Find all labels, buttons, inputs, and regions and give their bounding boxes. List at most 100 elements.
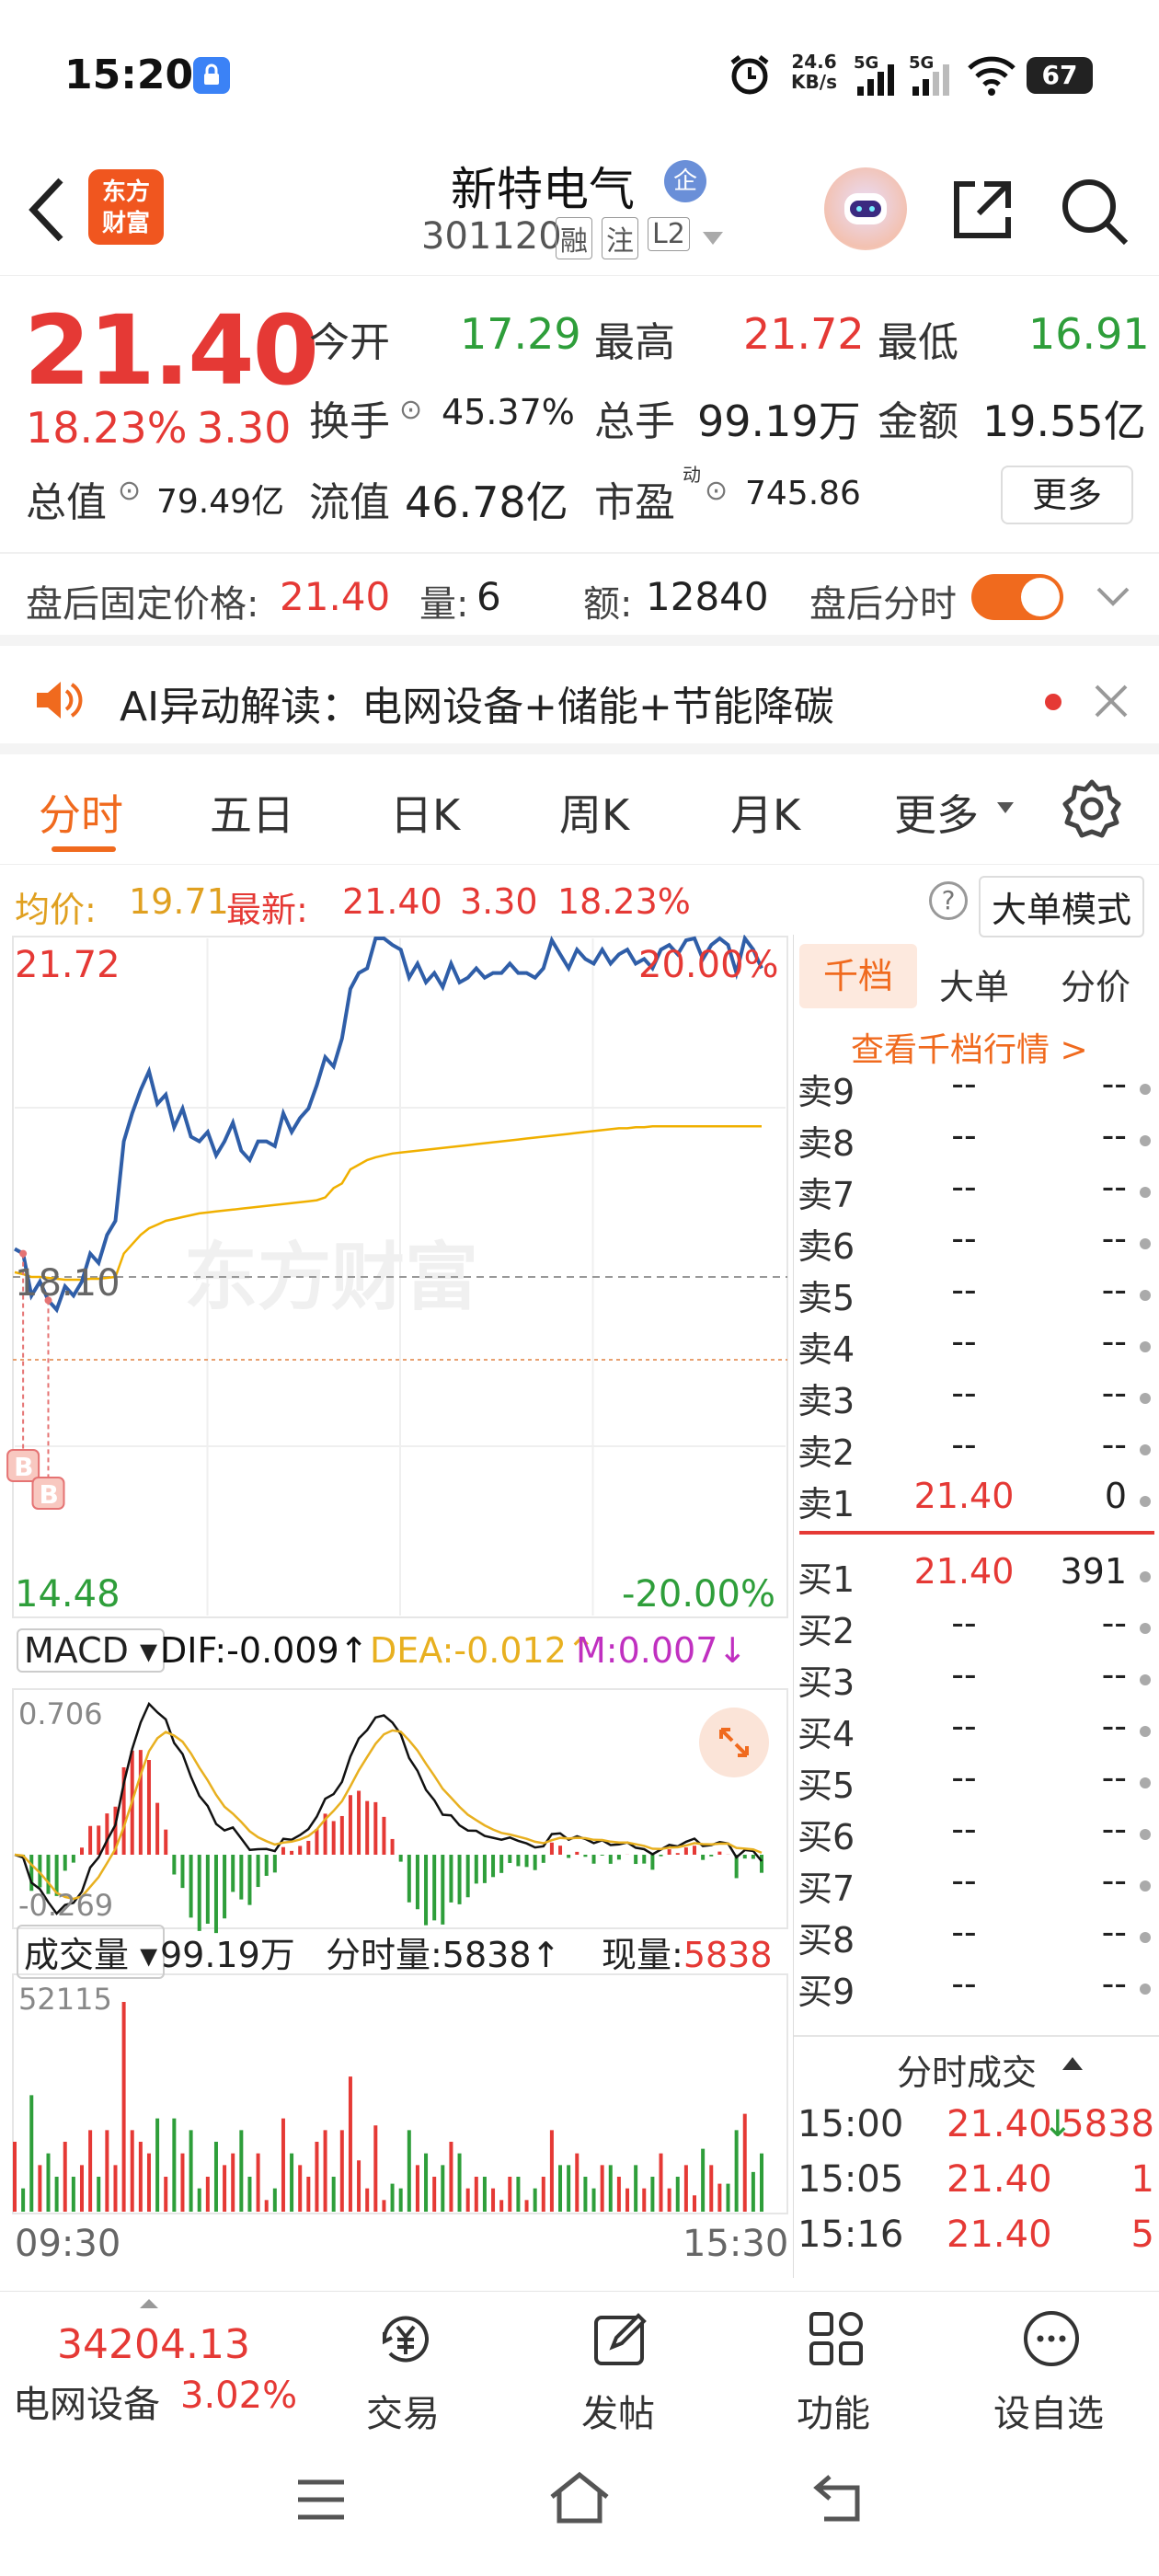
app-logo[interactable]: 东方 财富 [88, 169, 164, 245]
metric-pe-value: 745.86 [745, 475, 861, 512]
tab-month-k[interactable]: 月K [730, 782, 800, 843]
home-icon[interactable] [546, 2469, 613, 2526]
timeshare-chart[interactable]: 东方财富 BB 21.72 20.00% 18.10 14.48 -20.00%… [0, 935, 791, 2278]
bid-level-label: 买7 [798, 1869, 855, 1909]
after-hours-timeshare-label: 盘后分时 [809, 583, 957, 626]
ai-assistant-avatar[interactable] [824, 167, 907, 250]
info-dots-icon[interactable]: ⊙ [399, 394, 422, 426]
ask-level-label: 卖6 [798, 1226, 855, 1267]
row-dot-icon [1140, 1496, 1151, 1507]
ask-row-1[interactable]: 卖9 -- -- [794, 1064, 1159, 1115]
ask-volume: -- [1101, 1424, 1127, 1465]
ask-row-2[interactable]: 卖8 -- -- [794, 1115, 1159, 1167]
close-icon[interactable] [1093, 683, 1130, 719]
nav-functions[interactable]: 功能 [741, 2292, 925, 2439]
macd-min-label: -0.269 [18, 1888, 113, 1923]
row-dot-icon [1140, 1623, 1151, 1634]
bid-row-3[interactable]: 买3 -- -- [794, 1654, 1159, 1706]
after-hours-toggle[interactable] [971, 574, 1063, 620]
share-icon[interactable] [947, 175, 1017, 245]
buy-marker-label: B [14, 1452, 33, 1482]
bid-row-7[interactable]: 买7 -- -- [794, 1860, 1159, 1912]
search-icon[interactable] [1058, 175, 1131, 248]
bid-level-label: 买9 [798, 1972, 855, 2012]
time-axis-start: 09:30 [15, 2223, 120, 2265]
ask-volume: -- [1101, 1321, 1127, 1362]
expand-chart-button[interactable] [699, 1708, 769, 1777]
latest-change: 3.30 [460, 881, 538, 922]
sector-name[interactable]: 电网设备 [13, 2375, 160, 2428]
nav-post[interactable]: 发帖 [526, 2292, 710, 2439]
ask-price: -- [951, 1218, 977, 1259]
info-dots-icon-2[interactable]: ⊙ [118, 475, 141, 507]
metric-float-label: 流值 [309, 479, 390, 526]
tab-more[interactable]: 更多 [894, 782, 979, 843]
macd-m-value: M:0.007↓ [576, 1630, 748, 1671]
tab-day-k[interactable]: 日K [390, 782, 460, 843]
metric-open-value: 17.29 [460, 309, 581, 359]
ask-row-4[interactable]: 卖6 -- -- [794, 1218, 1159, 1270]
ask-row-5[interactable]: 卖5 -- -- [794, 1270, 1159, 1321]
grid-icon [809, 2312, 863, 2365]
orderbook-tab-price[interactable]: 分价 [1061, 959, 1130, 1009]
back-icon[interactable] [811, 2471, 868, 2524]
lock-icon [193, 57, 230, 94]
bid-level-label: 买4 [798, 1714, 855, 1754]
bid-volume: -- [1101, 1757, 1127, 1798]
big-order-mode-button[interactable]: 大单模式 [979, 876, 1145, 937]
tick-volume: 1 [1130, 2158, 1154, 2201]
last-price: 21.40 [24, 294, 319, 407]
macd-selector[interactable]: MACD ▾ [17, 1628, 166, 1673]
tab-five-day[interactable]: 五日 [210, 782, 294, 843]
settings-gear-icon[interactable] [1060, 776, 1124, 841]
metric-high-label: 最高 [594, 319, 675, 366]
metric-mktcap-value: 79.49亿 [156, 483, 285, 521]
macd-dif-value: DIF:-0.009↑ [160, 1630, 369, 1671]
ask-level-label: 卖4 [798, 1329, 855, 1370]
bid-row-1[interactable]: 买1 21.40 391 [794, 1551, 1159, 1603]
back-arrow-icon[interactable] [26, 175, 66, 245]
ask-price: 21.40 [913, 1476, 1015, 1516]
orderbook-tab-bigorder[interactable]: 大单 [939, 959, 1009, 1009]
ask-row-8[interactable]: 卖2 -- -- [794, 1424, 1159, 1476]
more-metrics-button[interactable]: 更多 [1001, 466, 1133, 524]
nav-add-watchlist[interactable]: 设自选 [957, 2292, 1141, 2439]
ask-row-9[interactable]: 卖1 21.40 0 [794, 1476, 1159, 1527]
row-dot-icon [1140, 1571, 1151, 1582]
stock-header: 东方 财富 新特电气 企 301120 融 注 L2 [0, 147, 1159, 276]
ask-row-7[interactable]: 卖3 -- -- [794, 1373, 1159, 1424]
metric-open-label: 今开 [309, 319, 390, 366]
chevron-down-icon[interactable] [1095, 585, 1131, 609]
ask-row-6[interactable]: 卖4 -- -- [794, 1321, 1159, 1373]
row-dot-icon [1140, 1341, 1151, 1352]
tick-time: 15:00 [798, 2103, 904, 2145]
dropdown-caret-icon[interactable] [701, 230, 725, 247]
ask-price: -- [951, 1373, 977, 1413]
ai-insight-bar[interactable]: AI异动解读：电网设备+储能+节能降碳 [0, 635, 1159, 754]
tick-price: 21.40 [947, 2214, 1052, 2256]
bid-row-5[interactable]: 买5 -- -- [794, 1757, 1159, 1809]
volume-selector[interactable]: 成交量 ▾ [17, 1925, 166, 1979]
bid-row-4[interactable]: 买4 -- -- [794, 1706, 1159, 1757]
info-dots-icon-3[interactable]: ⊙ [705, 475, 728, 507]
bid-row-8[interactable]: 买8 -- -- [794, 1912, 1159, 1963]
help-icon[interactable]: ? [929, 881, 968, 920]
ask-row-3[interactable]: 卖7 -- -- [794, 1167, 1159, 1218]
buy-marker-label: B [39, 1479, 58, 1510]
metric-high-value: 21.72 [743, 309, 865, 359]
bid-price: -- [951, 1603, 977, 1643]
bid-level-label: 买6 [798, 1817, 855, 1857]
bid-row-9[interactable]: 买9 -- -- [794, 1963, 1159, 2015]
bid-row-6[interactable]: 买6 -- -- [794, 1809, 1159, 1860]
metric-float-value: 46.78亿 [405, 477, 568, 527]
tab-week-k[interactable]: 周K [559, 782, 629, 843]
sector-change-pct: 3.02% [180, 2375, 298, 2417]
menu-icon[interactable] [294, 2477, 348, 2523]
signal-icon-2 [912, 64, 949, 96]
orderbook-tab-depth[interactable]: 千档 [799, 944, 917, 1008]
nav-trade[interactable]: 交易 [311, 2292, 495, 2439]
tab-timeshare[interactable]: 分时 [39, 782, 123, 843]
sector-index-value[interactable]: 34204.13 [57, 2321, 250, 2368]
bid-row-2[interactable]: 买2 -- -- [794, 1603, 1159, 1654]
row-dot-icon [1140, 1932, 1151, 1943]
